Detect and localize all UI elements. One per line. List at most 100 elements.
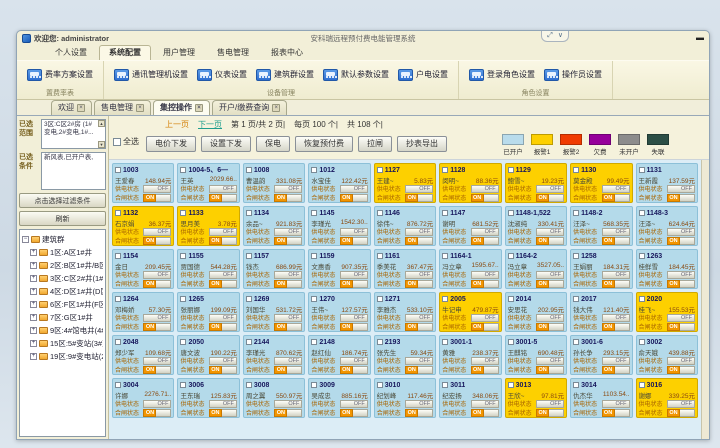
- meter-card[interactable]: 2048 郑少军 109.68元 供电状态 OFF 合闸状态 ON: [112, 335, 174, 375]
- meter-card[interactable]: 1157 钱杰 686.99元 供电状态 OFF 合闸状态 ON: [243, 249, 305, 289]
- expand-icon[interactable]: +: [30, 301, 37, 308]
- meter-checkbox[interactable]: [639, 253, 645, 259]
- selected-range-list[interactable]: 3区:C区2#房 (1#变电,2#变电,1#... ▲ ▼: [41, 119, 106, 149]
- meter-card[interactable]: 1145 李瑾光 1542.30.. 供电状态 OFF 合闸状态 ON: [308, 206, 370, 246]
- minimize-button[interactable]: ▬: [696, 33, 704, 43]
- meter-card[interactable]: 1164-2 冯立章 3527.05.. 供电状态 OFF 合闸状态 ON: [505, 249, 567, 289]
- scroll-up-icon[interactable]: ▲: [98, 120, 105, 127]
- expand-icon[interactable]: +: [30, 262, 37, 269]
- meter-checkbox[interactable]: [639, 210, 645, 216]
- ribbon-button[interactable]: 通讯管理机设置: [114, 69, 188, 81]
- ribbon-button[interactable]: 建筑群设置: [256, 69, 314, 81]
- meter-checkbox[interactable]: [639, 382, 645, 388]
- meter-card[interactable]: 3011 纪宏扬 348.06元 供电状态 OFF 合闸状态 ON: [439, 378, 501, 418]
- expand-icon[interactable]: +: [30, 288, 37, 295]
- document-tab[interactable]: 开户/缴费查询 ×: [212, 100, 287, 115]
- meter-card[interactable]: 1164-1 冯立章 1595.67.. 供电状态 OFF 合闸状态 ON: [439, 249, 501, 289]
- close-icon[interactable]: ×: [272, 104, 280, 112]
- ribbon-button[interactable]: 操作员设置: [544, 69, 602, 81]
- meter-card[interactable]: 3001-1 黄雅 238.37元 供电状态 OFF 合闸状态 ON: [439, 335, 501, 375]
- meter-card[interactable]: 1148-3 汪泽~ 624.64元 供电状态 OFF 合闸状态 ON: [636, 206, 698, 246]
- document-tab[interactable]: 集控操作 ×: [153, 100, 210, 115]
- meter-card[interactable]: 1127 王建~ 5.83元 供电状态 OFF 合闸状态 ON: [374, 163, 436, 203]
- meter-card[interactable]: 2144 李瑾光 870.62元 供电状态 OFF 合闸状态 ON: [243, 335, 305, 375]
- meter-card[interactable]: 1134 余品~ 921.83元 供电状态 OFF 合闸状态 ON: [243, 206, 305, 246]
- meter-checkbox[interactable]: [442, 296, 448, 302]
- meter-card[interactable]: 1263 桂鲜雪 184.45元 供电状态 OFF 合闸状态 ON: [636, 249, 698, 289]
- meter-checkbox[interactable]: [311, 296, 317, 302]
- meter-checkbox[interactable]: [311, 382, 317, 388]
- ribbon-button[interactable]: 默认参数设置: [323, 69, 389, 81]
- meter-checkbox[interactable]: [311, 167, 317, 173]
- tree-item[interactable]: + 2区:B区1#井/B区1#井: [30, 260, 103, 271]
- meter-card[interactable]: 1159 文惠香 907.35元 供电状态 OFF 合闸状态 ON: [308, 249, 370, 289]
- ribbon-tab[interactable]: 系统配置: [99, 45, 151, 60]
- document-tab[interactable]: 欢迎 ×: [51, 100, 92, 115]
- meter-card[interactable]: 2193 张先生 59.34元 供电状态 OFF 合闸状态 ON: [374, 335, 436, 375]
- meter-checkbox[interactable]: [442, 339, 448, 345]
- meter-checkbox[interactable]: [115, 296, 121, 302]
- expand-icon[interactable]: +: [30, 327, 37, 334]
- tree-item[interactable]: + 3区:C区2#井(1#变...: [30, 273, 103, 284]
- meter-card[interactable]: 3006 王东瑞 125.83元 供电状态 OFF 合闸状态 ON: [177, 378, 239, 418]
- meter-card[interactable]: 3001-6 孙长争 293.15元 供电状态 OFF 合闸状态 ON: [570, 335, 632, 375]
- meter-card[interactable]: 1147 谢明 681.52元 供电状态 OFF 合闸状态 ON: [439, 206, 501, 246]
- meter-card[interactable]: 3004 许娜 2276.71.. 供电状态 OFF 合闸状态 ON: [112, 378, 174, 418]
- meter-card[interactable]: 3014 仇杰华 1103.54.. 供电状态 OFF 合闸状态 ON: [570, 378, 632, 418]
- meter-card[interactable]: 1129 鲍雪~ 19.23元 供电状态 OFF 合闸状态 ON: [505, 163, 567, 203]
- meter-card[interactable]: 2050 唐文波 190.22元 供电状态 OFF 合闸状态 ON: [177, 335, 239, 375]
- meter-checkbox[interactable]: [311, 210, 317, 216]
- meter-checkbox[interactable]: [180, 382, 186, 388]
- meter-card[interactable]: 2017 钱大伟 121.40元 供电状态 OFF 合闸状态 ON: [570, 292, 632, 332]
- meter-checkbox[interactable]: [246, 167, 252, 173]
- meter-card[interactable]: 1128 闵明~ 88.36元 供电状态 OFF 合闸状态 ON: [439, 163, 501, 203]
- refresh-button[interactable]: 刷新: [19, 211, 106, 226]
- ribbon-tab[interactable]: 用户管理: [153, 45, 205, 60]
- meter-card[interactable]: 1271 李雅杰 533.10元 供电状态 OFF 合闸状态 ON: [374, 292, 436, 332]
- meter-card[interactable]: 1004-5、6— 王英 2029.66.. 供电状态 OFF 合闸状态 ON: [177, 163, 239, 203]
- select-all[interactable]: 全选: [113, 133, 139, 147]
- toolbar-button[interactable]: 拉闸: [358, 136, 392, 152]
- meter-card[interactable]: 3016 谢娜 339.25元 供电状态 OFF 合闸状态 ON: [636, 378, 698, 418]
- meter-card[interactable]: 1265 张丽娜 199.09元 供电状态 OFF 合闸状态 ON: [177, 292, 239, 332]
- building-tree[interactable]: − 建筑群 + 1区:A区1#井 + 2区:B区1#井/B区1#井 + 3区:C…: [19, 229, 106, 437]
- toolbar-button[interactable]: 电价下发: [146, 136, 196, 152]
- chevron-down-icon[interactable]: ∨: [558, 31, 563, 41]
- toolbar-button[interactable]: 保电: [256, 136, 290, 152]
- ribbon-tab[interactable]: 售电管理: [207, 45, 259, 60]
- meter-checkbox[interactable]: [639, 339, 645, 345]
- meter-checkbox[interactable]: [115, 339, 121, 345]
- meter-checkbox[interactable]: [442, 167, 448, 173]
- collapse-icon[interactable]: −: [22, 236, 29, 243]
- quick-access-toolbar[interactable]: ⤢ ∨: [541, 31, 569, 42]
- select-all-checkbox[interactable]: [113, 138, 121, 146]
- meter-checkbox[interactable]: [180, 253, 186, 259]
- meter-checkbox[interactable]: [442, 382, 448, 388]
- meter-card[interactable]: 3009 吴成忠 885.16元 供电状态 OFF 合闸状态 ON: [308, 378, 370, 418]
- meter-card[interactable]: 3002 俞天娥 439.88元 供电状态 OFF 合闸状态 ON: [636, 335, 698, 375]
- meter-checkbox[interactable]: [180, 339, 186, 345]
- ribbon-tab[interactable]: 个人设置: [45, 45, 97, 60]
- meter-card[interactable]: 1155 贾国德 544.28元 供电状态 OFF 合闸状态 ON: [177, 249, 239, 289]
- meter-checkbox[interactable]: [180, 167, 186, 173]
- expand-icon[interactable]: +: [30, 353, 37, 360]
- tree-item[interactable]: + 1区:A区1#井: [30, 247, 103, 258]
- ribbon-button[interactable]: 费率方案设置: [27, 69, 93, 81]
- meter-card[interactable]: 1148-2 汪泽~ 568.35元 供电状态 OFF 合闸状态 ON: [570, 206, 632, 246]
- toolbar-button[interactable]: 设置下发: [201, 136, 251, 152]
- ribbon-button[interactable]: 仪表设置: [197, 69, 247, 81]
- expand-icon[interactable]: +: [30, 340, 37, 347]
- meter-card[interactable]: 3013 王欣~ 97.81元 供电状态 OFF 合闸状态 ON: [505, 378, 567, 418]
- selected-condition-box[interactable]: 新风表,已开户表,: [41, 152, 106, 190]
- meter-checkbox[interactable]: [115, 382, 121, 388]
- meter-checkbox[interactable]: [377, 253, 383, 259]
- meter-checkbox[interactable]: [246, 210, 252, 216]
- meter-card[interactable]: 1154 金日 209.45元 供电状态 OFF 合闸状态 ON: [112, 249, 174, 289]
- meter-checkbox[interactable]: [377, 210, 383, 216]
- meter-card[interactable]: 1130 莫金殿 99.49元 供电状态 OFF 合闸状态 ON: [570, 163, 632, 203]
- meter-checkbox[interactable]: [573, 167, 579, 173]
- meter-card[interactable]: 1132 石京娟 36.37元 供电状态 OFF 合闸状态 ON: [112, 206, 174, 246]
- close-icon[interactable]: ×: [77, 104, 85, 112]
- meter-checkbox[interactable]: [377, 339, 383, 345]
- meter-card[interactable]: 1264 邓梅娇 57.30元 供电状态 OFF 合闸状态 ON: [112, 292, 174, 332]
